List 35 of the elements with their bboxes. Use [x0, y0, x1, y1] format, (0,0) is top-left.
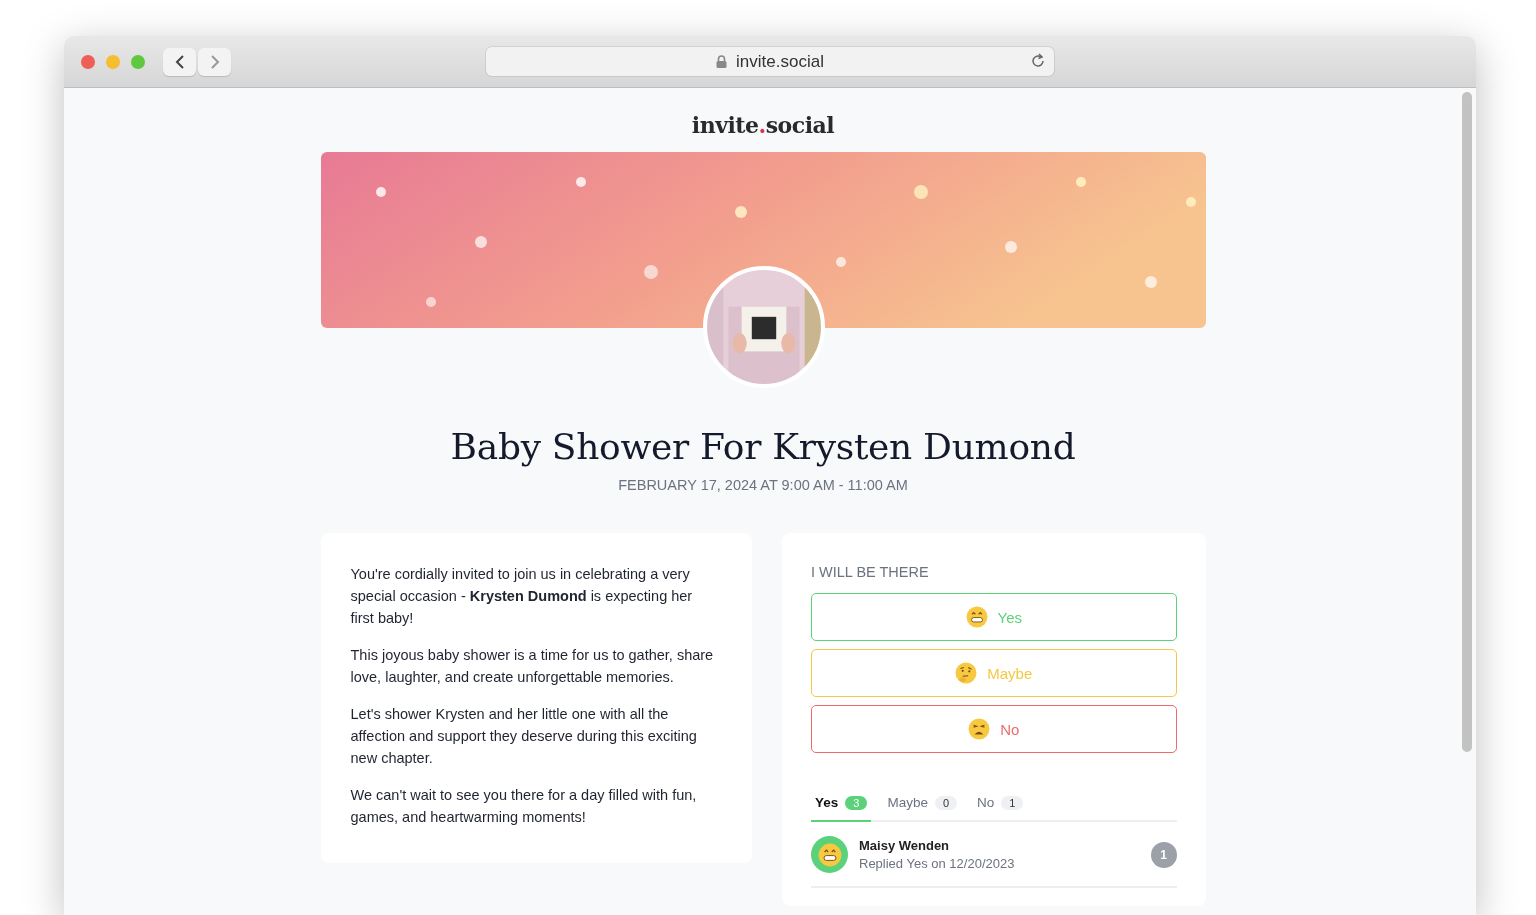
description-paragraph: You're cordially invited to join us in celebrating a very special occasion - Krysten Dumond is expecting her first baby!	[350, 565, 694, 628]
emoji-face-icon	[817, 842, 842, 867]
event-title: Baby Shower For Krysten Dumond	[450, 426, 1076, 467]
reload-icon[interactable]	[1030, 53, 1046, 69]
emoji-face-icon	[968, 718, 991, 740]
forward-icon	[208, 53, 221, 70]
tab-label: Yes	[815, 795, 839, 810]
tab-label: No	[977, 795, 995, 810]
emoji-face-icon	[955, 662, 978, 684]
lock-icon	[716, 55, 728, 68]
event-date: FEBRUARY 17, 2024 AT 9:00 AM - 11:00 AM	[618, 477, 908, 493]
close-button[interactable]	[81, 54, 95, 69]
rsvp-heading: I WILL BE THERE	[811, 564, 930, 580]
count-badge: 3	[845, 795, 868, 810]
description-paragraph: This joyous baby shower is a time for us to gather, share love, laughter, and create unforgettable memories.	[350, 646, 715, 687]
description-paragraph: Let's shower Krysten and her little one with all the affection and support they deserve during this exciting new chapter.	[350, 705, 698, 768]
count-badge: 1	[1001, 795, 1024, 810]
description-paragraph: We can't wait to see you there for a day filled with fun, games, and heartwarming moments!	[350, 786, 698, 827]
emoji-face-icon	[965, 606, 988, 628]
rsvp-tab[interactable]: Maybe 0	[883, 791, 962, 822]
address-bar[interactable]: invite.social	[486, 47, 1054, 76]
back-icon	[173, 53, 186, 70]
rsvp-tab[interactable]: No 1	[973, 791, 1028, 822]
zoom-button[interactable]	[131, 54, 145, 69]
back-button[interactable]	[163, 47, 196, 76]
minimize-button[interactable]	[106, 54, 120, 69]
guest-name: Maisy Wenden	[859, 838, 951, 853]
scrollbar[interactable]	[1462, 92, 1472, 752]
guest-count-badge: 1	[1150, 841, 1177, 868]
tab-label: Maybe	[887, 795, 928, 810]
count-badge: 0	[934, 795, 958, 810]
url-text: invite.social	[736, 51, 824, 72]
site-logo[interactable]: invite.social	[691, 112, 835, 138]
rsvp-tab[interactable]: Yes 3	[811, 791, 872, 822]
reply-text: Replied Yes on 12/20/2023	[859, 856, 1016, 871]
